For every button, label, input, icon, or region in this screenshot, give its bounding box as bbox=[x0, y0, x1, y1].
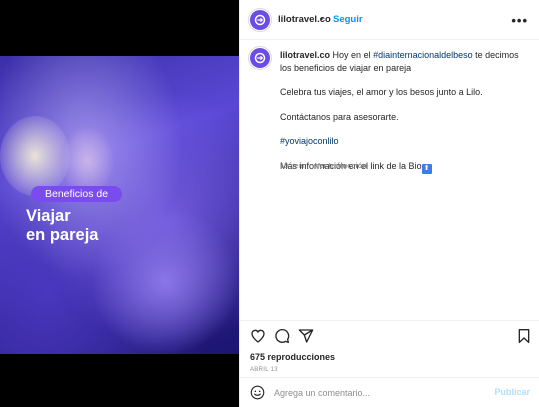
heart-icon[interactable] bbox=[250, 328, 266, 344]
post-video[interactable]: Beneficios de Viajar en pareja bbox=[0, 56, 239, 354]
caption-line-3: Contáctanos para asesorarte. bbox=[280, 111, 399, 122]
person-body bbox=[90, 206, 239, 354]
hashtag-link[interactable]: #diainternacionaldelbeso bbox=[373, 50, 473, 60]
caption-username[interactable]: lilotravel.co bbox=[280, 50, 330, 60]
caption-meta: 19 sem Ver traducción bbox=[280, 161, 367, 170]
post-media: Beneficios de Viajar en pareja bbox=[0, 0, 239, 407]
emoji-icon[interactable] bbox=[250, 385, 265, 400]
see-translation-button[interactable]: Ver traducción bbox=[315, 161, 367, 170]
post-age: 19 sem bbox=[280, 161, 305, 170]
avatar[interactable] bbox=[250, 10, 270, 30]
caption-avatar[interactable] bbox=[250, 48, 270, 68]
post-header: lilotravel.co • Seguir ••• bbox=[240, 0, 539, 40]
publish-button[interactable]: Publicar bbox=[494, 387, 530, 397]
more-options-icon[interactable]: ••• bbox=[511, 13, 528, 28]
bookmark-icon[interactable] bbox=[516, 328, 532, 344]
follow-button[interactable]: Seguir bbox=[333, 14, 363, 25]
post-date: ABRIL 13 bbox=[250, 367, 278, 373]
action-bar bbox=[240, 320, 539, 350]
separator-dot: • bbox=[320, 14, 324, 24]
caption-intro-before: Hoy en el bbox=[332, 50, 374, 60]
views-count[interactable]: 675 reproducciones bbox=[250, 352, 335, 362]
caption-intro: lilotravel.co Hoy en el #diainternaciona… bbox=[280, 49, 528, 74]
media-badge: Beneficios de bbox=[31, 186, 123, 202]
comment-bar: Publicar bbox=[240, 377, 539, 407]
post-panel: lilotravel.co • Seguir ••• lilotravel.co… bbox=[239, 0, 539, 407]
share-icon[interactable] bbox=[298, 328, 314, 344]
comment-icon[interactable] bbox=[274, 328, 290, 344]
headline-line-1: Viajar bbox=[26, 207, 71, 225]
comment-input[interactable] bbox=[274, 386, 489, 400]
headline-line-2: en pareja bbox=[26, 226, 99, 244]
media-headline: Viajar en pareja bbox=[26, 207, 98, 245]
hashtag-link-2[interactable]: #yoviajoconlilo bbox=[280, 136, 339, 146]
caption-line-2: Celebra tus viajes, el amor y los besos … bbox=[280, 87, 483, 97]
up-arrow-emoji-icon: ⬆ bbox=[421, 163, 432, 174]
